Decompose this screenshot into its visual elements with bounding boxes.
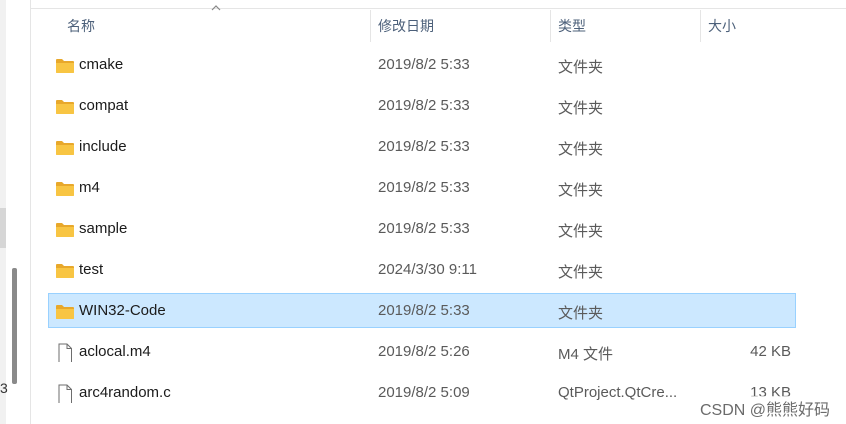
file-name: test (79, 261, 104, 278)
file-modified: 2019/8/2 5:33 (378, 179, 470, 196)
file-modified: 2019/8/2 5:26 (378, 343, 470, 360)
file-icon (55, 343, 75, 364)
file-type: 文件夹 (558, 141, 604, 158)
column-separator[interactable] (370, 10, 371, 42)
column-header-type[interactable]: 类型 (558, 16, 586, 36)
column-header-name[interactable]: 名称 (67, 16, 95, 36)
file-type: 文件夹 (558, 59, 604, 76)
file-name: sample (79, 220, 128, 237)
file-row[interactable]: include 2019/8/2 5:33 文件夹 (48, 129, 796, 164)
file-name: arc4random.c (79, 384, 171, 401)
file-row[interactable]: compat 2019/8/2 5:33 文件夹 (48, 88, 796, 123)
nav-pane-scrollbar[interactable] (12, 268, 17, 384)
file-size: 42 KB (750, 343, 791, 360)
file-type: 文件夹 (558, 305, 604, 322)
folder-icon (55, 57, 75, 74)
watermark: CSDN @熊熊好码 (697, 396, 832, 420)
column-separator[interactable] (550, 10, 551, 42)
file-row[interactable]: m4 2019/8/2 5:33 文件夹 (48, 170, 796, 205)
file-type: 文件夹 (558, 182, 604, 199)
nav-truncated-text: 3 (0, 380, 8, 396)
file-row[interactable]: cmake 2019/8/2 5:33 文件夹 (48, 47, 796, 82)
folder-icon (55, 303, 75, 320)
file-type: QtProject.QtCre... (558, 384, 678, 401)
folder-icon (55, 221, 75, 238)
file-row[interactable]: arc4random.c 2019/8/2 5:09 QtProject.QtCre… (48, 375, 796, 410)
file-explorer: 3 名称 修改日期 类型 大小 cmake 2019/8/2 5:33 文件夹 com… (0, 0, 846, 424)
file-type: M4 文件 (558, 346, 614, 363)
column-separator[interactable] (700, 10, 701, 42)
file-row[interactable]: test 2024/3/30 9:11 文件夹 (48, 252, 796, 287)
folder-icon (55, 98, 75, 115)
file-name: include (79, 138, 127, 155)
column-header-size[interactable]: 大小 (708, 16, 736, 36)
file-row[interactable]: sample 2019/8/2 5:33 文件夹 (48, 211, 796, 246)
pane-divider[interactable] (30, 0, 31, 424)
file-row[interactable]: aclocal.m4 2019/8/2 5:26 M4 文件 42 KB (48, 334, 796, 369)
folder-icon (55, 262, 75, 279)
file-modified: 2019/8/2 5:33 (378, 302, 470, 319)
column-header-modified[interactable]: 修改日期 (378, 16, 434, 36)
file-name: aclocal.m4 (79, 343, 151, 360)
file-name: WIN32-Code (79, 302, 166, 319)
file-icon (55, 384, 75, 405)
folder-icon (55, 139, 75, 156)
file-modified: 2019/8/2 5:33 (378, 56, 470, 73)
column-header: 名称 修改日期 类型 大小 (31, 0, 846, 42)
file-type: 文件夹 (558, 264, 604, 281)
file-type: 文件夹 (558, 223, 604, 240)
file-modified: 2024/3/30 9:11 (378, 261, 477, 278)
sort-ascending-icon (211, 5, 221, 11)
folder-icon (55, 180, 75, 197)
header-top-border (31, 8, 846, 9)
file-modified: 2019/8/2 5:09 (378, 384, 470, 401)
file-modified: 2019/8/2 5:33 (378, 220, 470, 237)
file-type: 文件夹 (558, 100, 604, 117)
file-name: cmake (79, 56, 124, 73)
nav-scrollbar-thumb[interactable] (0, 208, 6, 248)
file-modified: 2019/8/2 5:33 (378, 97, 470, 114)
navigation-pane-edge: 3 (0, 0, 30, 424)
file-name: m4 (79, 179, 100, 196)
file-name: compat (79, 97, 129, 114)
file-modified: 2019/8/2 5:33 (378, 138, 470, 155)
file-row[interactable]: WIN32-Code 2019/8/2 5:33 文件夹 (48, 293, 796, 328)
